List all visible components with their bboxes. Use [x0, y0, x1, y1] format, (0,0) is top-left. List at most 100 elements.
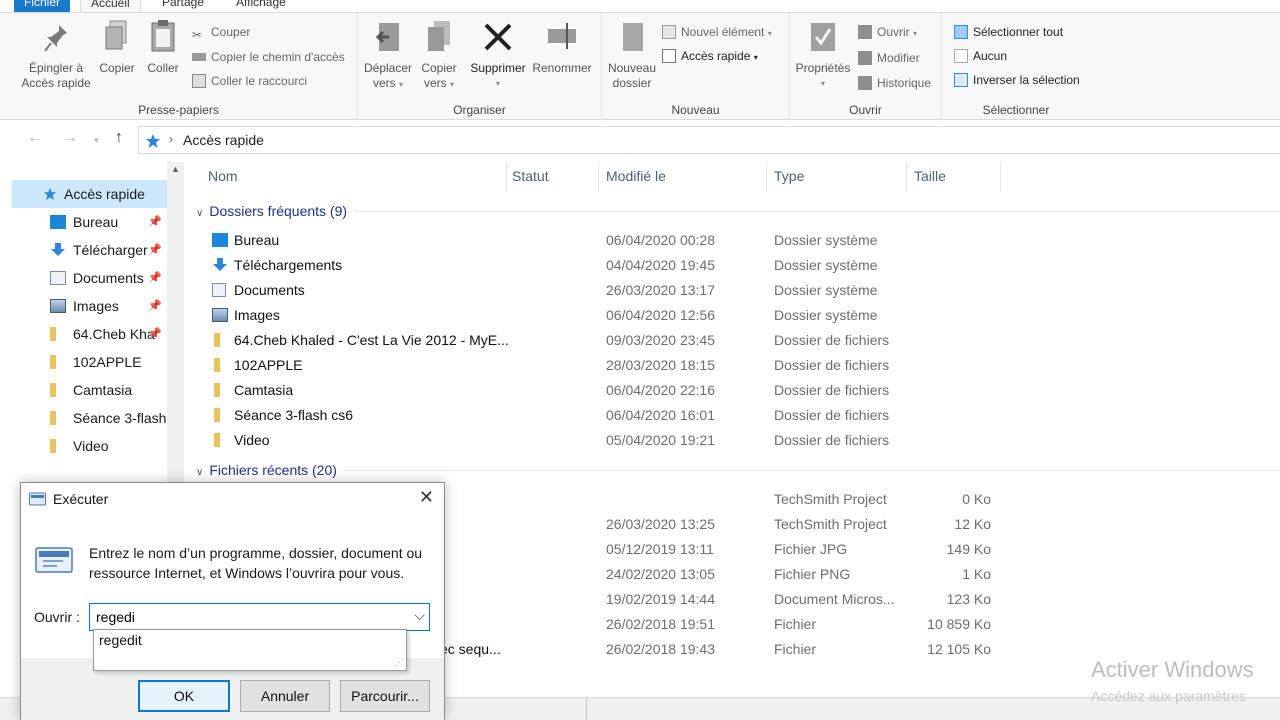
file-date: 04/04/2020 19:45 — [606, 257, 715, 273]
breadcrumb-location[interactable]: Accès rapide — [183, 132, 264, 148]
table-row[interactable]: 102APPLE 28/03/2020 18:15 Dossier de fic… — [190, 353, 1000, 378]
column-header-name[interactable]: Nom — [208, 168, 238, 188]
file-name: ec sequ... — [440, 641, 501, 657]
file-type: Dossier système — [774, 257, 878, 273]
table-row[interactable]: Documents 26/03/2020 13:17 Dossier systè… — [190, 278, 1000, 303]
invert-selection-button[interactable]: Inverser la sélection — [954, 71, 1080, 89]
activation-watermark-title: Activer Windows — [1091, 657, 1254, 682]
table-row[interactable]: Video 05/04/2020 19:21 Dossier de fichie… — [190, 428, 1000, 453]
folder-icon — [50, 327, 56, 341]
table-row[interactable]: Bureau 06/04/2020 00:28 Dossier système — [190, 228, 1000, 253]
sidebar-item-quick-access[interactable]: Accès rapide — [12, 180, 167, 208]
paste-button[interactable]: Coller — [143, 19, 183, 76]
properties-button[interactable]: Propriétés ▾ — [792, 19, 854, 91]
edit-button[interactable]: Modifier — [858, 49, 920, 67]
sidebar-item-pictures[interactable]: Images 📌 — [12, 292, 167, 320]
new-item-dropdown-icon: ▾ — [767, 29, 772, 38]
back-arrow-icon[interactable]: ← — [27, 129, 43, 147]
sidebar-item-folder[interactable]: 102APPLE — [12, 348, 167, 376]
up-arrow-icon[interactable]: ↑ — [115, 129, 123, 147]
group-select: Sélectionner tout Aucun Inverser la séle… — [942, 13, 1090, 121]
open-label-text: Ouvrir : — [34, 609, 80, 625]
new-folder-button[interactable]: Nouveau dossier — [606, 19, 658, 91]
properties-dropdown-icon: ▾ — [820, 79, 825, 88]
copy-to-dropdown-icon: ▾ — [450, 80, 455, 89]
column-header-modified[interactable]: Modifié le — [606, 168, 666, 188]
select-none-label: Aucun — [973, 49, 1008, 63]
sidebar-item-folder[interactable]: Video — [12, 432, 167, 460]
file-type: Dossier de fichiers — [774, 332, 890, 348]
pin-quick-access-button[interactable]: Épingler à Accès rapide — [14, 19, 98, 91]
delete-label: Supprimer — [470, 61, 526, 75]
breadcrumb[interactable]: › Accès rapide — [138, 126, 1280, 154]
select-all-button[interactable]: Sélectionner tout — [954, 23, 1063, 41]
copy-button[interactable]: Copier — [94, 19, 140, 76]
column-divider[interactable] — [506, 162, 507, 192]
column-divider[interactable] — [598, 162, 599, 192]
sidebar-item-folder[interactable]: Séance 3-flash — [12, 404, 167, 432]
chevron-down-icon[interactable]: ⌵ — [414, 607, 425, 624]
select-all-icon — [954, 25, 968, 39]
delete-button[interactable]: Supprimer ▾ — [468, 19, 528, 91]
history-button[interactable]: Historique — [858, 74, 931, 92]
copy-to-button[interactable]: Copier vers ▾ — [414, 19, 464, 92]
close-icon[interactable]: ✕ — [419, 487, 434, 508]
column-divider[interactable] — [906, 162, 907, 192]
delete-x-icon — [484, 23, 512, 51]
column-header-type[interactable]: Type — [774, 168, 804, 188]
sidebar-item-downloads[interactable]: Télécharger 📌 — [12, 236, 167, 264]
paste-shortcut-button[interactable]: Coller le raccourci — [192, 72, 307, 90]
copy-to-label-1: Copier — [421, 61, 457, 75]
column-header-size[interactable]: Taille — [914, 168, 946, 188]
group-header-recent[interactable]: ∨ Fichiers récents (20) — [196, 462, 337, 478]
table-row[interactable]: Téléchargements 04/04/2020 19:45 Dossier… — [190, 253, 1000, 278]
recent-locations-chevron-icon[interactable]: ▾ — [94, 135, 99, 146]
table-row[interactable]: Camtasia 06/04/2020 22:16 Dossier de fic… — [190, 378, 1000, 403]
sidebar-item-folder[interactable]: Camtasia — [12, 376, 167, 404]
sidebar-item-desktop[interactable]: Bureau 📌 — [12, 208, 167, 236]
copy-path-button[interactable]: Copier le chemin d'accès — [192, 48, 345, 66]
forward-arrow-icon[interactable]: → — [62, 129, 78, 147]
file-type: Fichier JPG — [774, 541, 848, 557]
tab-view[interactable]: Affichage — [226, 0, 296, 12]
easy-access-button[interactable]: Accès rapide ▾ — [662, 47, 758, 65]
new-item-button[interactable]: Nouvel élément ▾ — [662, 23, 772, 41]
organize-group-label: Organiser — [453, 103, 506, 117]
file-size: 149 Ko — [946, 541, 991, 557]
column-header-status[interactable]: Statut — [512, 168, 549, 188]
ok-button[interactable]: OK — [138, 680, 230, 712]
open-button[interactable]: Ouvrir ▾ — [858, 23, 917, 41]
breadcrumb-chevron-icon: › — [169, 132, 173, 146]
select-none-button[interactable]: Aucun — [954, 47, 1007, 65]
browse-button[interactable]: Parcourir... — [340, 680, 430, 712]
pin-label-2: Accès rapide — [21, 76, 91, 90]
pin-icon: 📌 — [148, 300, 162, 312]
resize-grip-icon[interactable]: ⋰ — [395, 657, 404, 668]
run-command-input[interactable]: regedi ⌵ — [89, 603, 430, 631]
column-divider[interactable] — [1000, 162, 1001, 192]
tab-file[interactable]: Fichier — [14, 0, 71, 12]
move-to-button[interactable]: Déplacer vers ▾ — [362, 19, 414, 92]
paste-shortcut-label: Coller le raccourci — [211, 74, 308, 88]
scroll-up-icon[interactable]: ▲ — [171, 164, 180, 174]
run-app-icon — [35, 547, 73, 573]
group-header-label: Dossiers fréquents (9) — [209, 203, 348, 219]
table-row[interactable]: Images 06/04/2020 12:56 Dossier système — [190, 303, 1000, 328]
easy-access-icon — [662, 49, 676, 63]
rename-button[interactable]: Renommer — [530, 19, 594, 76]
cancel-button[interactable]: Annuler — [240, 680, 330, 712]
dialog-description: Entrez le nom d’un programme, dossier, d… — [89, 545, 423, 581]
table-row[interactable]: Séance 3-flash cs6 06/04/2020 16:01 Doss… — [190, 403, 1000, 428]
copy-to-icon — [428, 21, 450, 51]
table-row[interactable]: 64.Cheb Khaled - C'est La Vie 2012 - MyE… — [190, 328, 1000, 353]
run-command-value[interactable]: regedi — [96, 609, 135, 625]
tab-home[interactable]: Accueil — [80, 0, 141, 12]
autocomplete-item[interactable]: regedit — [99, 632, 142, 648]
sidebar-item-label: Images — [73, 298, 119, 314]
group-header-frequent[interactable]: ∨ Dossiers fréquents (9) — [196, 203, 347, 219]
cut-button[interactable]: ✂ Couper — [192, 23, 250, 42]
column-divider[interactable] — [766, 162, 767, 192]
sidebar-item-folder[interactable]: 64.Cheb Kha 📌 — [12, 320, 167, 348]
tab-share[interactable]: Partage — [152, 0, 214, 12]
sidebar-item-documents[interactable]: Documents 📌 — [12, 264, 167, 292]
